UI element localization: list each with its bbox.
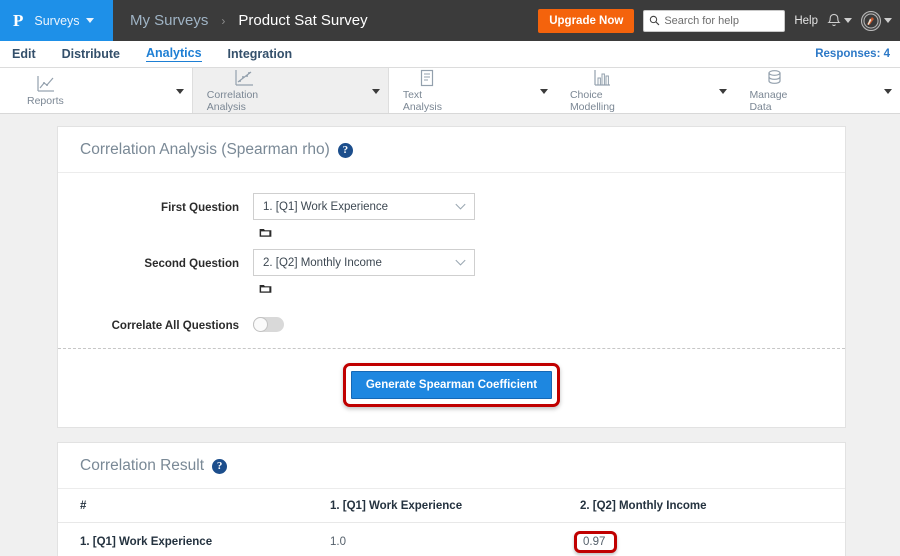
toolbar-item-correlation-analysis[interactable]: Correlation Analysis (191, 68, 389, 113)
generate-spearman-coefficient-button[interactable]: Generate Spearman Coefficient (350, 371, 553, 399)
help-icon[interactable]: ? (337, 142, 353, 158)
toolbar-label-text-analysis: Text Analysis (402, 89, 442, 113)
search-input[interactable] (664, 14, 783, 27)
table-row: 1. [Q1] Work Experience 1.0 0.97 (58, 522, 845, 556)
surveys-menu-label: Surveys (34, 13, 80, 28)
main-content: Correlation Analysis (Spearman rho) ? Fi… (0, 114, 900, 556)
correlation-analysis-title: Correlation Analysis (Spearman rho) (80, 141, 330, 158)
chevron-down-icon (884, 18, 892, 23)
row-header-q1: 1. [Q1] Work Experience (58, 522, 330, 556)
analytics-toolbar: Reports Correlation Analysis Text Analys… (0, 68, 900, 114)
document-icon (419, 68, 435, 87)
bar-chart-icon (593, 68, 611, 87)
correlate-all-toggle[interactable] (253, 317, 284, 332)
column-header-index: # (58, 489, 330, 523)
chevron-down-icon (455, 259, 466, 266)
second-question-select[interactable]: 2. [Q2] Monthly Income (253, 249, 475, 276)
folder-icon[interactable] (259, 283, 272, 294)
correlation-analysis-form: First Question 1. [Q1] Work Experience S… (58, 173, 845, 427)
chevron-down-icon[interactable] (175, 89, 184, 94)
toolbar-label-manage-data: Manage Data (749, 89, 788, 113)
toolbar-label-choice-modelling: Choice Modelling (569, 89, 615, 113)
help-link[interactable]: Help (794, 15, 818, 27)
second-question-selected-value: 2. [Q2] Monthly Income (263, 256, 382, 269)
upgrade-now-button[interactable]: Upgrade Now (538, 8, 635, 33)
correlation-result-card-header: Correlation Result ? (58, 443, 845, 489)
top-header-actions: Upgrade Now Help (538, 0, 892, 41)
annotation-box-cell: 0.97 (574, 531, 618, 553)
cell-q1-q2: 0.97 (574, 522, 845, 556)
brand-logo-block[interactable]: P Surveys (0, 0, 113, 41)
column-header-q1: 1. [Q1] Work Experience (330, 489, 580, 523)
toolbar-item-reports[interactable]: Reports (13, 68, 192, 113)
search-icon (650, 15, 660, 26)
help-search-box[interactable] (643, 9, 786, 32)
chevron-down-icon[interactable] (719, 89, 728, 94)
first-question-select[interactable]: 1. [Q1] Work Experience (253, 193, 475, 220)
chevron-down-icon (85, 18, 94, 23)
chevron-down-icon[interactable] (371, 89, 380, 94)
bell-icon (827, 13, 841, 26)
cell-q1-q1: 1.0 (330, 522, 580, 556)
toggle-knob (253, 317, 268, 332)
first-question-row: First Question 1. [Q1] Work Experience (58, 193, 845, 247)
nav-item-analytics[interactable]: Analytics (145, 46, 202, 62)
correlation-result-body: # 1. [Q1] Work Experience 2. [Q2] Monthl… (58, 489, 845, 556)
table-header-row: # 1. [Q1] Work Experience 2. [Q2] Monthl… (58, 489, 845, 523)
database-icon (766, 68, 783, 87)
toolbar-label-reports: Reports (27, 95, 64, 107)
toolbar-label-correlation-analysis: Correlation Analysis (206, 89, 259, 113)
line-chart-icon (36, 74, 55, 93)
avatar-image-icon (863, 13, 879, 28)
correlation-result-card: Correlation Result ? # 1. [Q1] Work Expe… (57, 442, 846, 556)
cell-value: 0.97 (583, 536, 606, 548)
toolbar-item-manage-data[interactable]: Manage Data (735, 68, 900, 113)
nav-item-distribute[interactable]: Distribute (62, 47, 120, 62)
top-header-bar: P Surveys My Surveys › Product Sat Surve… (0, 0, 900, 41)
correlation-analysis-card: Correlation Analysis (Spearman rho) ? Fi… (57, 126, 846, 428)
breadcrumb-parent-link[interactable]: My Surveys (130, 12, 208, 29)
generate-button-row: Generate Spearman Coefficient (58, 349, 845, 427)
chevron-down-icon[interactable] (884, 89, 892, 94)
second-question-label: Second Question (144, 258, 239, 270)
breadcrumb-current-title: Product Sat Survey (238, 12, 368, 29)
nav-item-integration[interactable]: Integration (228, 47, 293, 62)
correlation-result-table: # 1. [Q1] Work Experience 2. [Q2] Monthl… (58, 489, 845, 556)
user-account-menu[interactable] (861, 10, 892, 31)
chevron-down-icon (844, 18, 852, 23)
nav-item-edit[interactable]: Edit (12, 47, 36, 62)
column-header-q2: 2. [Q2] Monthly Income (580, 489, 845, 523)
responses-count: Responses: 4 (815, 48, 890, 60)
annotation-box-generate: Generate Spearman Coefficient (342, 363, 561, 407)
correlate-all-row: Correlate All Questions (58, 313, 845, 334)
toolbar-item-text-analysis[interactable]: Text Analysis (389, 68, 556, 113)
scatter-chart-icon (234, 68, 254, 87)
correlate-all-label: Correlate All Questions (111, 320, 239, 332)
cell-value: 1.0 (330, 536, 346, 548)
avatar (861, 10, 881, 31)
toolbar-item-choice-modelling[interactable]: Choice Modelling (556, 68, 736, 113)
surveys-menu[interactable]: Surveys (34, 13, 94, 28)
folder-icon[interactable] (259, 227, 272, 238)
breadcrumb: My Surveys › Product Sat Survey (130, 12, 368, 29)
first-question-selected-value: 1. [Q1] Work Experience (263, 200, 389, 213)
help-icon[interactable]: ? (212, 458, 228, 474)
notifications-menu[interactable] (827, 13, 852, 29)
survey-section-nav: Edit Distribute Analytics Integration Re… (0, 41, 900, 68)
chevron-down-icon (455, 203, 466, 210)
chevron-down-icon[interactable] (539, 89, 548, 94)
correlation-analysis-card-header: Correlation Analysis (Spearman rho) ? (58, 127, 845, 173)
first-question-label: First Question (161, 202, 239, 214)
breadcrumb-separator-icon: › (221, 13, 226, 28)
brand-logo-icon: P (13, 11, 24, 30)
second-question-row: Second Question 2. [Q2] Monthly Income (58, 249, 845, 303)
correlation-result-title: Correlation Result (80, 457, 205, 474)
